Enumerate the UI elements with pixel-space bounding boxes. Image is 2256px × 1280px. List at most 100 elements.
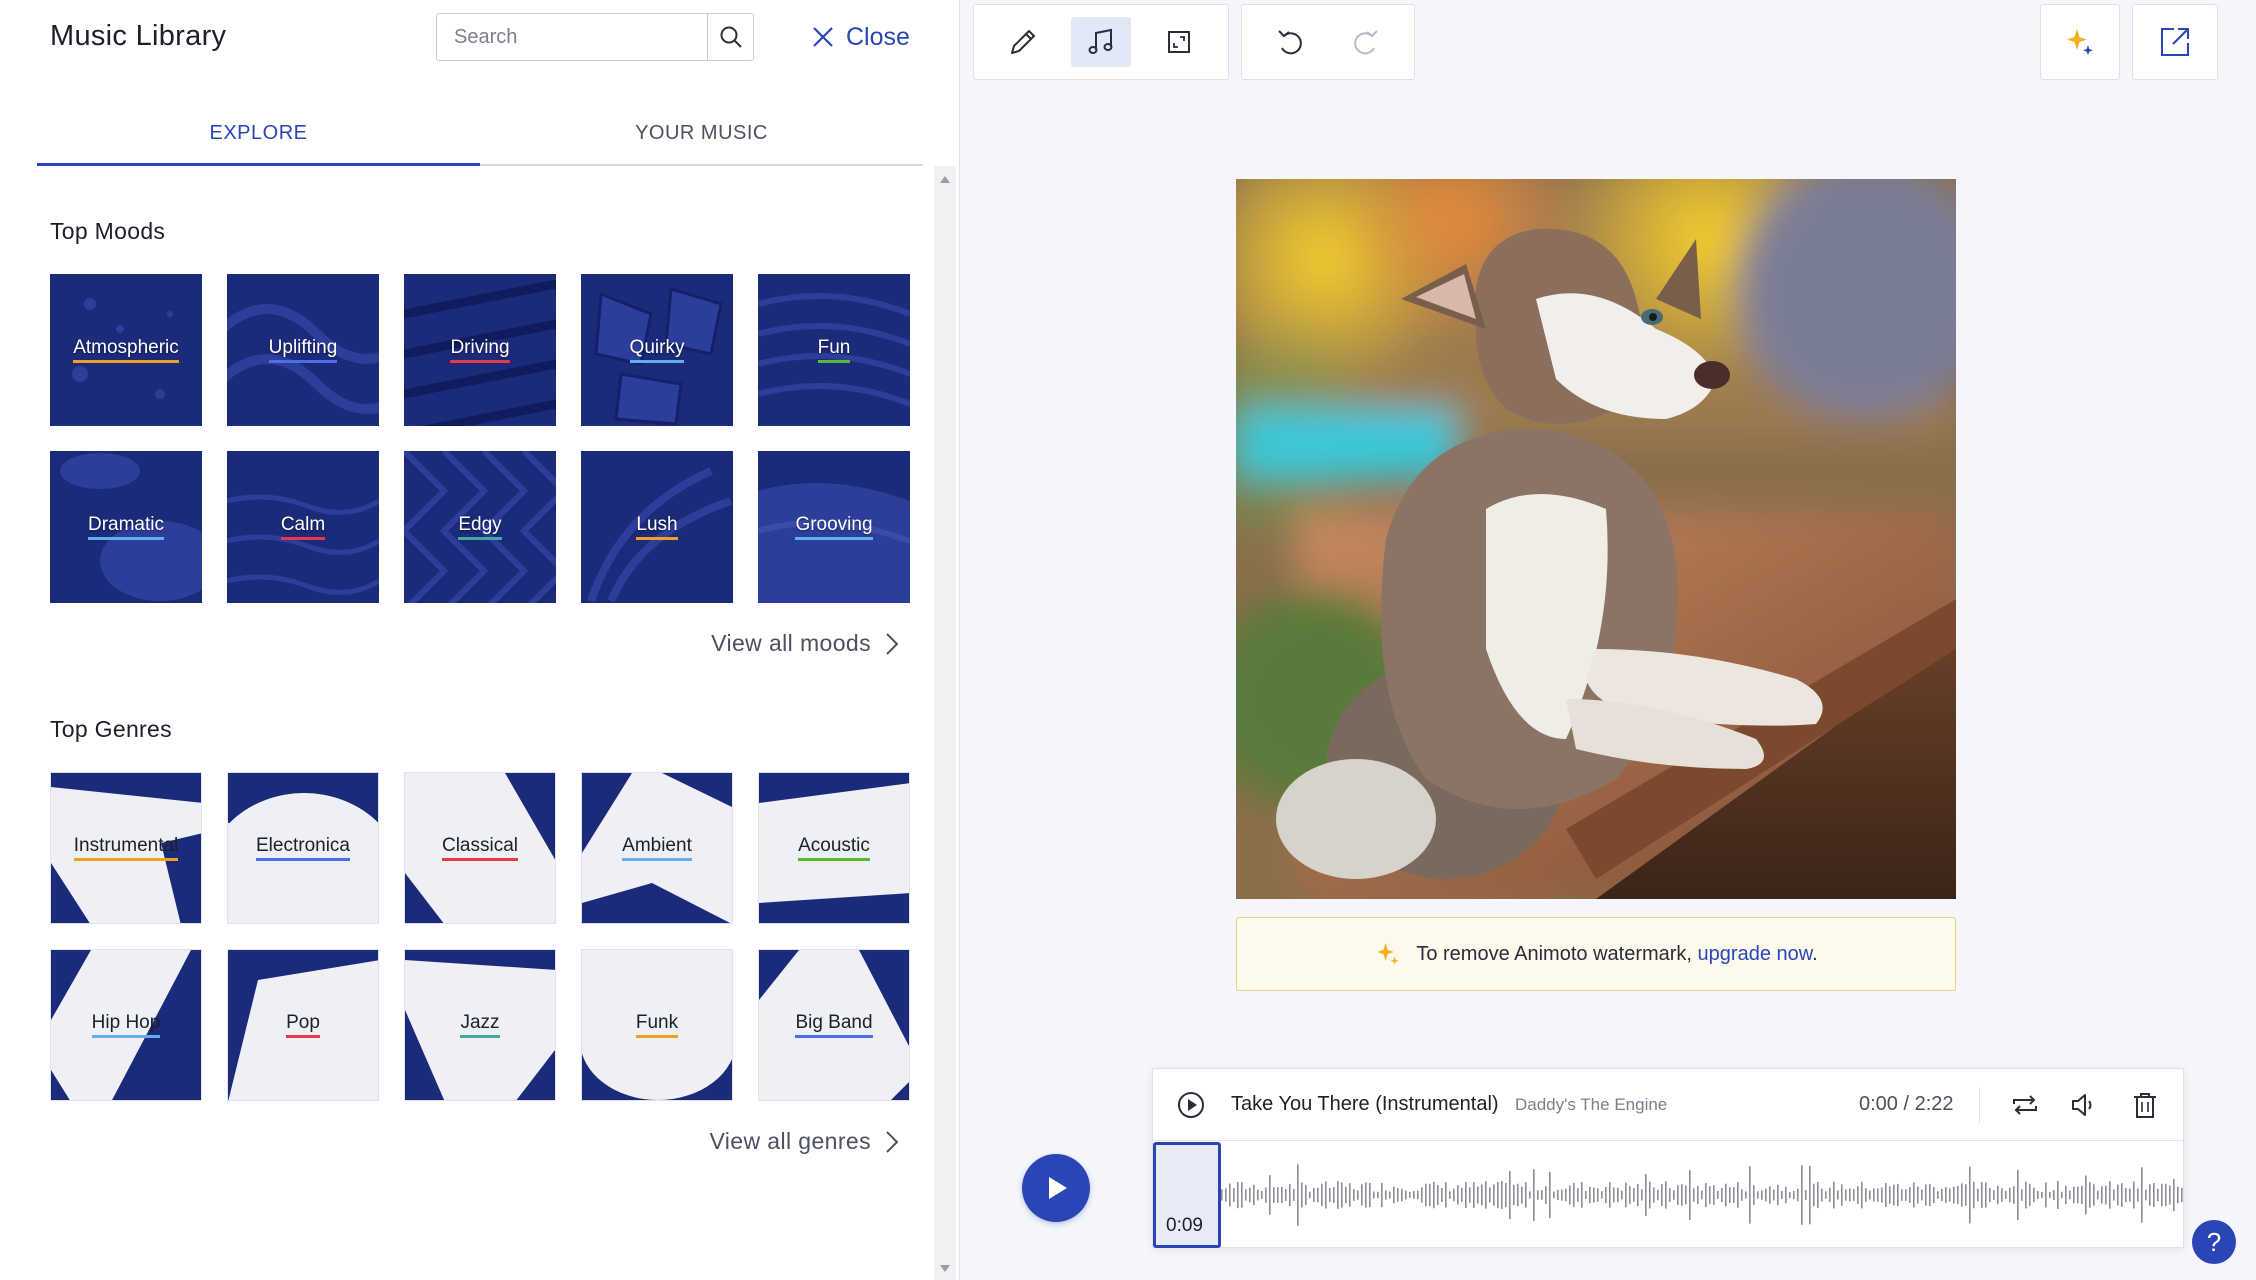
waveform-bar: [1233, 1188, 1235, 1202]
genre-tile-label: Big Band: [795, 1012, 873, 1038]
waveform-bar: [1809, 1165, 1811, 1225]
waveform-bar: [1797, 1188, 1799, 1202]
play-preview-button[interactable]: [1022, 1154, 1090, 1222]
resize-button[interactable]: [1149, 17, 1209, 67]
top-genres-heading: Top Genres: [50, 716, 172, 742]
genre-tile-hip-hop[interactable]: Hip Hop: [50, 949, 202, 1101]
waveform-bar: [1389, 1191, 1391, 1199]
waveform[interactable]: [1153, 1142, 2185, 1248]
search-button[interactable]: [707, 14, 753, 60]
enhance-button[interactable]: [2040, 4, 2120, 80]
waveform-bar: [1665, 1181, 1667, 1209]
genre-tile-jazz[interactable]: Jazz: [404, 949, 556, 1101]
genre-tile-instrumental[interactable]: Instrumental: [50, 772, 202, 924]
share-button[interactable]: [2132, 4, 2218, 80]
loop-button[interactable]: [2007, 1087, 2043, 1123]
redo-icon: [1354, 30, 1378, 55]
tab-explore[interactable]: EXPLORE: [37, 112, 480, 166]
waveform-bar: [1985, 1182, 1987, 1208]
waveform-bar: [2157, 1188, 2159, 1202]
waveform-bar: [1933, 1187, 1935, 1203]
waveform-bar: [2093, 1184, 2095, 1206]
mood-tile-uplifting[interactable]: Uplifting: [227, 274, 379, 426]
waveform-bar: [1441, 1188, 1443, 1202]
mood-tile-dramatic[interactable]: Dramatic: [50, 451, 202, 603]
trim-handle[interactable]: 0:09: [1153, 1142, 1221, 1248]
help-button[interactable]: ?: [2192, 1220, 2236, 1264]
waveform-bar: [1245, 1189, 1247, 1201]
mood-tile-edgy[interactable]: Edgy: [404, 451, 556, 603]
upgrade-now-link[interactable]: upgrade now: [1698, 943, 1813, 965]
waveform-bar: [1689, 1170, 1691, 1220]
view-all-moods-link[interactable]: View all moods: [711, 630, 899, 657]
genre-tile-acoustic[interactable]: Acoustic: [758, 772, 910, 924]
mood-tile-grooving[interactable]: Grooving: [758, 451, 910, 603]
waveform-bar: [1561, 1189, 1563, 1201]
genre-tile-electronica[interactable]: Electronica: [227, 772, 379, 924]
search-input[interactable]: [437, 14, 709, 60]
waveform-bar: [1581, 1182, 1583, 1208]
tab-your-music[interactable]: YOUR MUSIC: [480, 112, 923, 164]
volume-button[interactable]: [2065, 1087, 2101, 1123]
trim-time: 0:09: [1166, 1215, 1203, 1236]
waveform-bar: [1545, 1186, 1547, 1204]
genre-tile-label: Acoustic: [798, 835, 870, 861]
waveform-bar: [1889, 1186, 1891, 1204]
waveform-bar: [2133, 1181, 2135, 1209]
waveform-bar: [1241, 1182, 1243, 1208]
waveform-bar: [1653, 1187, 1655, 1203]
music-button[interactable]: [1071, 17, 1131, 67]
mood-tile-fun[interactable]: Fun: [758, 274, 910, 426]
mood-tile-calm[interactable]: Calm: [227, 451, 379, 603]
waveform-bar: [1625, 1182, 1627, 1208]
scroll-up-icon[interactable]: [940, 176, 950, 183]
waveform-bar: [1677, 1185, 1679, 1205]
waveform-bar: [1421, 1187, 1423, 1203]
genre-tile-label: Electronica: [256, 835, 350, 861]
waveform-bar: [1913, 1182, 1915, 1208]
waveform-bar: [1325, 1181, 1327, 1209]
view-all-genres-link[interactable]: View all genres: [709, 1128, 899, 1155]
track-play-button[interactable]: [1177, 1091, 1205, 1119]
video-preview[interactable]: [1236, 179, 1956, 899]
waveform-bar: [1605, 1186, 1607, 1204]
delete-track-button[interactable]: [2127, 1087, 2163, 1123]
waveform-bar: [1553, 1191, 1555, 1199]
scrollbar[interactable]: [934, 166, 956, 1280]
waveform-bar: [1989, 1187, 1991, 1203]
close-button[interactable]: Close: [812, 18, 910, 56]
waveform-bar: [1413, 1191, 1415, 1199]
genre-tile-classical[interactable]: Classical: [404, 772, 556, 924]
waveform-bar: [2049, 1191, 2051, 1199]
redo-button[interactable]: [1337, 17, 1395, 67]
waveform-bar: [2077, 1186, 2079, 1204]
track-header: Take You There (Instrumental) Daddy's Th…: [1153, 1069, 2183, 1141]
waveform-bar: [2013, 1186, 2015, 1204]
waveform-bar: [1497, 1181, 1499, 1209]
watermark-message: To remove Animoto watermark,: [1416, 942, 1692, 965]
waveform-bar: [1961, 1183, 1963, 1207]
genre-tile-funk[interactable]: Funk: [581, 949, 733, 1101]
waveform-bar: [1697, 1185, 1699, 1205]
genre-tile-big-band[interactable]: Big Band: [758, 949, 910, 1101]
mood-tile-atmospheric[interactable]: Atmospheric: [50, 274, 202, 426]
waveform-bar: [2145, 1189, 2147, 1201]
genre-tile-label: Ambient: [622, 835, 692, 861]
waveform-bar: [1361, 1184, 1363, 1206]
sparkle-icon: [2067, 29, 2093, 55]
waveform-bar: [1681, 1184, 1683, 1206]
waveform-bar: [1405, 1190, 1407, 1200]
mood-tile-lush[interactable]: Lush: [581, 451, 733, 603]
waveform-bar: [1489, 1187, 1491, 1203]
waveform-bar: [2121, 1183, 2123, 1207]
mood-tile-driving[interactable]: Driving: [404, 274, 556, 426]
mood-tile-quirky[interactable]: Quirky: [581, 274, 733, 426]
waveform-bar: [1945, 1187, 1947, 1203]
genre-tile-pop[interactable]: Pop: [227, 949, 379, 1101]
waveform-bar: [1965, 1184, 1967, 1206]
edit-text-button[interactable]: [993, 17, 1053, 67]
play-circle-icon: [1178, 1092, 1204, 1118]
scroll-down-icon[interactable]: [940, 1265, 950, 1272]
genre-tile-ambient[interactable]: Ambient: [581, 772, 733, 924]
undo-button[interactable]: [1261, 17, 1319, 67]
